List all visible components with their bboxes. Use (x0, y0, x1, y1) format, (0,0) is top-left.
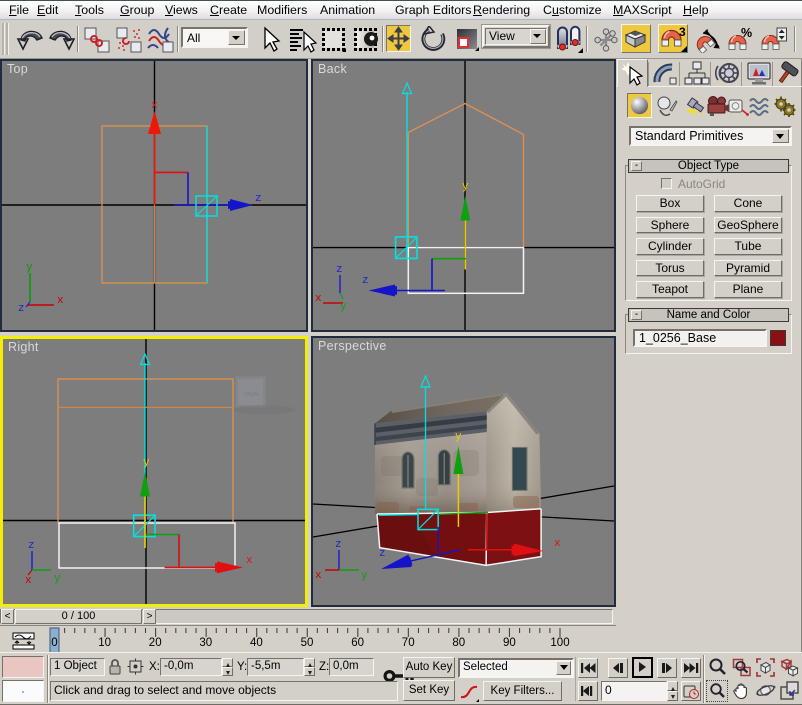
svg-text:SIGN: SIGN (244, 392, 259, 398)
svg-text:y: y (455, 431, 462, 443)
svg-text:70: 70 (402, 637, 415, 649)
svg-text:50: 50 (301, 637, 314, 649)
svg-text:z: z (28, 540, 35, 552)
svg-text:z: z (336, 264, 343, 276)
svg-text:y: y (340, 301, 347, 313)
svg-text:x: x (57, 295, 64, 307)
svg-text:z: z (335, 539, 342, 551)
svg-text:3: 3 (679, 25, 686, 39)
svg-text:z: z (255, 193, 262, 205)
svg-text:z: z (362, 275, 369, 287)
svg-text:x: x (554, 538, 561, 550)
svg-text:z: z (18, 303, 25, 315)
svg-text:y: y (143, 457, 150, 469)
svg-text:0: 0 (51, 637, 57, 649)
svg-text:y: y (462, 181, 469, 193)
svg-text:y: y (361, 570, 368, 582)
svg-text:x: x (25, 575, 32, 587)
svg-text:30: 30 (199, 637, 212, 649)
svg-text:x: x (246, 555, 253, 567)
svg-text:100: 100 (550, 637, 569, 649)
svg-text:x: x (315, 293, 322, 305)
svg-text:80: 80 (452, 637, 465, 649)
svg-text:20: 20 (149, 637, 162, 649)
svg-text:z: z (379, 548, 386, 560)
svg-text:y: y (54, 573, 61, 585)
svg-text:60: 60 (351, 637, 364, 649)
svg-text:y: y (26, 262, 33, 274)
svg-text:90: 90 (503, 637, 516, 649)
svg-text:10: 10 (98, 637, 111, 649)
svg-text:x: x (315, 570, 322, 582)
svg-text:x: x (151, 100, 158, 112)
svg-text:40: 40 (250, 637, 263, 649)
svg-text:%: % (741, 26, 752, 40)
